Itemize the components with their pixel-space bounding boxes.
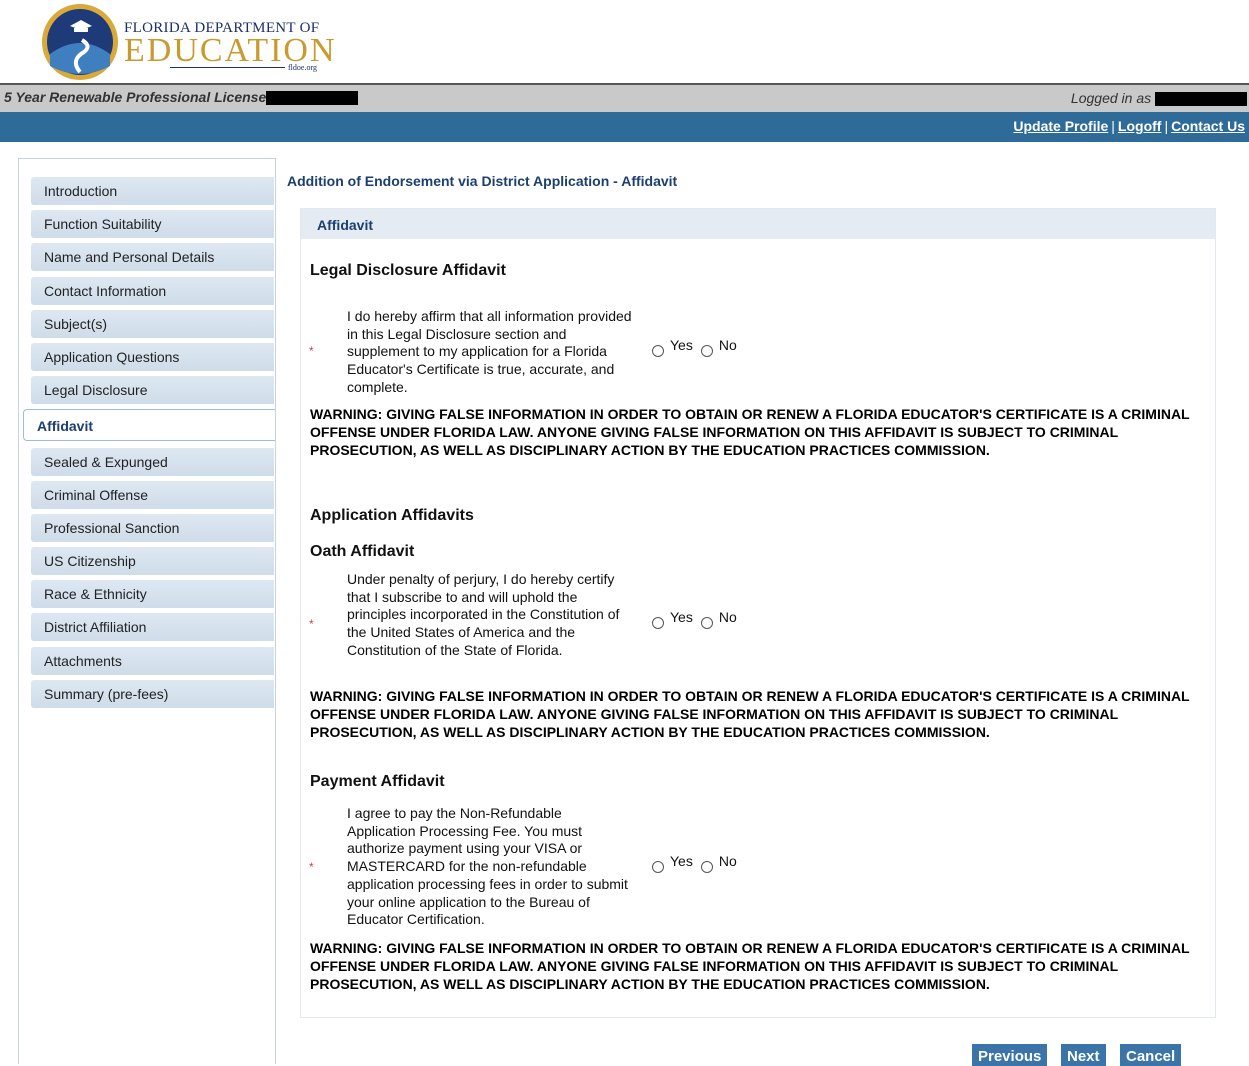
payment-question: I agree to pay the Non-Refundable Applic… (347, 805, 628, 928)
warning-text: WARNING: GIVING FALSE INFORMATION IN ORD… (310, 406, 1190, 458)
sidebar-item-district-affiliation[interactable]: District Affiliation (31, 613, 274, 641)
sidebar-item-subjects[interactable]: Subject(s) (31, 310, 274, 338)
warning-text: WARNING: GIVING FALSE INFORMATION IN ORD… (310, 940, 1190, 992)
logo-rule (170, 67, 285, 68)
license-bar: 5 Year Renewable Professional License Lo… (0, 83, 1249, 112)
sidebar-item-affidavit[interactable]: Affidavit (23, 409, 275, 441)
yes-label: Yes (670, 609, 693, 625)
payment-no-radio[interactable] (700, 861, 713, 873)
sidebar-item-us-citizenship[interactable]: US Citizenship (31, 547, 274, 575)
legal-disclosure-radio-group: Yes No (652, 337, 745, 357)
logged-in-status: Logged in as (1070, 90, 1247, 107)
sidebar: Introduction Function Suitability Name a… (18, 158, 276, 1064)
sidebar-item-contact-information[interactable]: Contact Information (31, 277, 274, 305)
redacted-username (1155, 92, 1247, 107)
logged-in-label: Logged in as (1070, 90, 1152, 106)
no-label: No (718, 609, 737, 625)
no-label: No (718, 853, 737, 869)
panel-title: Affidavit (317, 217, 373, 233)
payment-yes-radio[interactable] (652, 861, 664, 873)
sidebar-item-sealed-expunged[interactable]: Sealed & Expunged (31, 448, 274, 476)
legal-no-radio[interactable] (700, 345, 713, 357)
application-affidavits-heading: Application Affidavits (310, 507, 474, 524)
contact-us-link[interactable]: Contact Us (1171, 118, 1245, 134)
sidebar-item-introduction[interactable]: Introduction (31, 177, 274, 205)
warning-text: WARNING: GIVING FALSE INFORMATION IN ORD… (310, 688, 1190, 740)
panel-header: Affidavit (301, 209, 1215, 239)
payment-radio-group: Yes No (652, 853, 745, 873)
page-title: Addition of Endorsement via District App… (287, 173, 678, 189)
legal-yes-radio[interactable] (652, 345, 664, 357)
no-label: No (718, 337, 737, 353)
link-separator: | (1164, 118, 1169, 134)
oath-no-radio[interactable] (700, 617, 713, 629)
yes-label: Yes (670, 337, 693, 353)
sidebar-item-summary-pre-fees[interactable]: Summary (pre-fees) (31, 680, 274, 708)
fldoe-logo: FLORIDA DEPARTMENT OF EDUCATION fldoe.or… (40, 2, 340, 82)
sidebar-item-race-ethnicity[interactable]: Race & Ethnicity (31, 580, 274, 608)
sidebar-item-name-personal-details[interactable]: Name and Personal Details (31, 243, 274, 271)
legal-disclosure-question: I do hereby affirm that all information … (347, 308, 632, 395)
top-nav-bar: Update Profile | Logoff | Contact Us (0, 112, 1249, 142)
payment-affidavit-heading: Payment Affidavit (310, 773, 445, 790)
license-title: 5 Year Renewable Professional License (4, 89, 359, 106)
legal-disclosure-affidavit-heading: Legal Disclosure Affidavit (310, 262, 506, 279)
required-marker: * (309, 344, 314, 358)
sidebar-item-application-questions[interactable]: Application Questions (31, 343, 274, 371)
logo-line3: fldoe.org (288, 63, 317, 72)
oath-question: Under penalty of perjury, I do hereby ce… (347, 571, 620, 658)
redacted-block (266, 91, 359, 106)
required-marker: * (309, 617, 314, 631)
top-links: Update Profile | Logoff | Contact Us (1013, 118, 1245, 134)
yes-label: Yes (670, 853, 693, 869)
license-title-text: 5 Year Renewable Professional License (4, 89, 267, 105)
sidebar-item-function-suitability[interactable]: Function Suitability (31, 210, 274, 238)
sidebar-item-attachments[interactable]: Attachments (31, 647, 274, 675)
link-separator: | (1111, 118, 1115, 134)
logoff-link[interactable]: Logoff (1118, 118, 1162, 134)
sidebar-item-legal-disclosure[interactable]: Legal Disclosure (31, 376, 274, 404)
sidebar-item-professional-sanction[interactable]: Professional Sanction (31, 514, 274, 542)
oath-radio-group: Yes No (652, 609, 745, 629)
oath-yes-radio[interactable] (652, 617, 664, 629)
oath-affidavit-heading: Oath Affidavit (310, 543, 415, 560)
update-profile-link[interactable]: Update Profile (1013, 118, 1108, 134)
sidebar-item-criminal-offense[interactable]: Criminal Offense (31, 481, 274, 509)
required-marker: * (309, 860, 314, 874)
fldoe-seal-icon (42, 4, 118, 80)
